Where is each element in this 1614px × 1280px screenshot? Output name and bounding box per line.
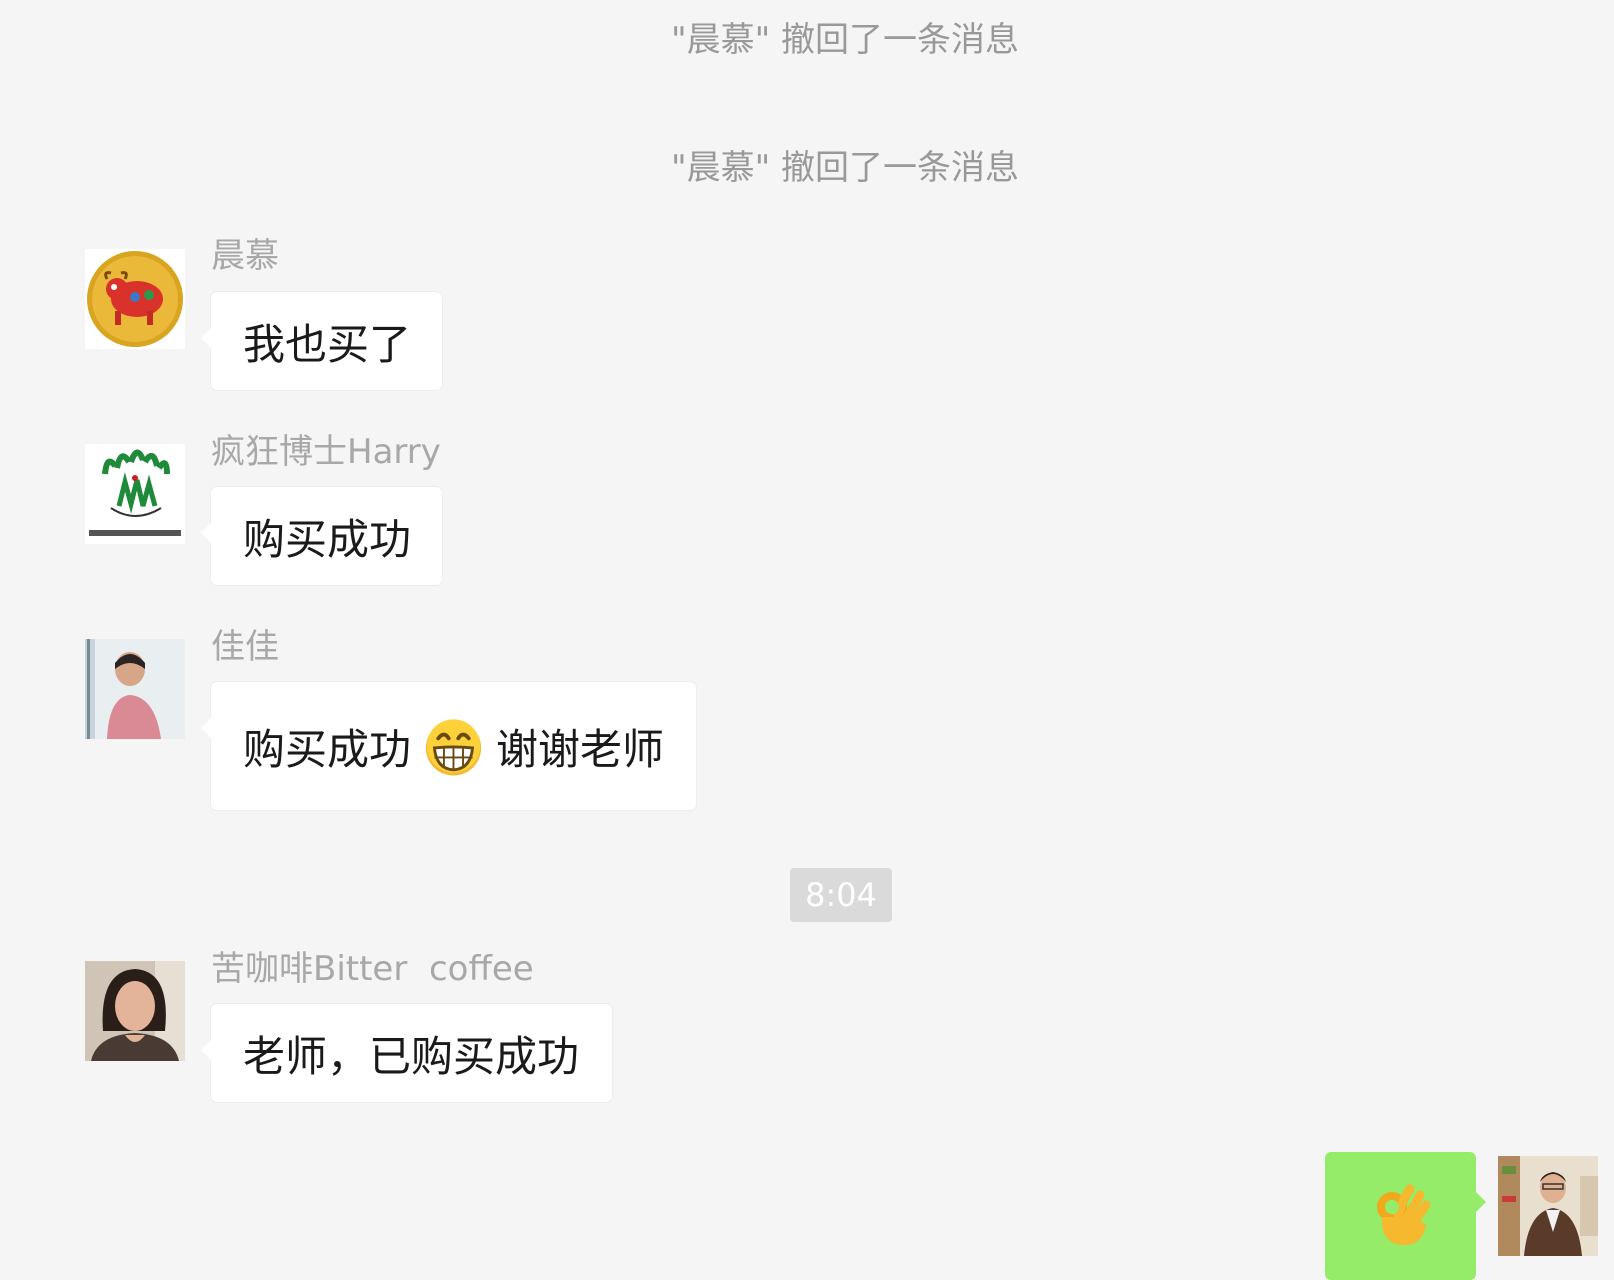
person-photo-icon <box>85 961 185 1061</box>
person-photo-icon <box>85 639 185 739</box>
grinning-face-emoji <box>425 719 482 776</box>
recall-notice: "晨慕" 撤回了一条消息 <box>670 148 1020 188</box>
message-bubble[interactable]: 购买成功 <box>201 487 442 585</box>
recall-notice: "晨慕" 撤回了一条消息 <box>670 20 1020 60</box>
message-text: 老师，已购买成功 <box>243 1031 580 1081</box>
message-text: 购买成功 <box>243 724 412 774</box>
person-photo-icon <box>1498 1156 1598 1256</box>
message-text: 我也买了 <box>243 319 412 369</box>
sender-name: 苦咖啡Bitter coffee <box>211 949 534 989</box>
my-avatar[interactable] <box>1498 1156 1598 1256</box>
ox-coin-icon <box>85 249 185 349</box>
sender-name: 佳佳 <box>211 627 279 667</box>
message-bubble[interactable]: 老师，已购买成功 <box>201 1004 612 1102</box>
avatar[interactable] <box>85 249 185 349</box>
avatar[interactable] <box>85 639 185 739</box>
message-bubble[interactable]: 我也买了 <box>201 292 442 390</box>
sender-name: 疯狂博士Harry <box>211 432 441 472</box>
my-message-bubble[interactable] <box>1325 1152 1486 1280</box>
avatar[interactable] <box>85 444 185 544</box>
ok-hand-emoji <box>1376 1184 1430 1246</box>
dream-logo-icon <box>85 444 185 544</box>
sender-name: 晨慕 <box>211 236 279 276</box>
time-divider: 8:04 <box>790 868 892 922</box>
message-bubble[interactable]: 购买成功 谢谢老师 <box>201 682 696 810</box>
message-text: 谢谢老师 <box>495 724 664 774</box>
message-text: 购买成功 <box>243 514 412 564</box>
avatar[interactable] <box>85 961 185 1061</box>
